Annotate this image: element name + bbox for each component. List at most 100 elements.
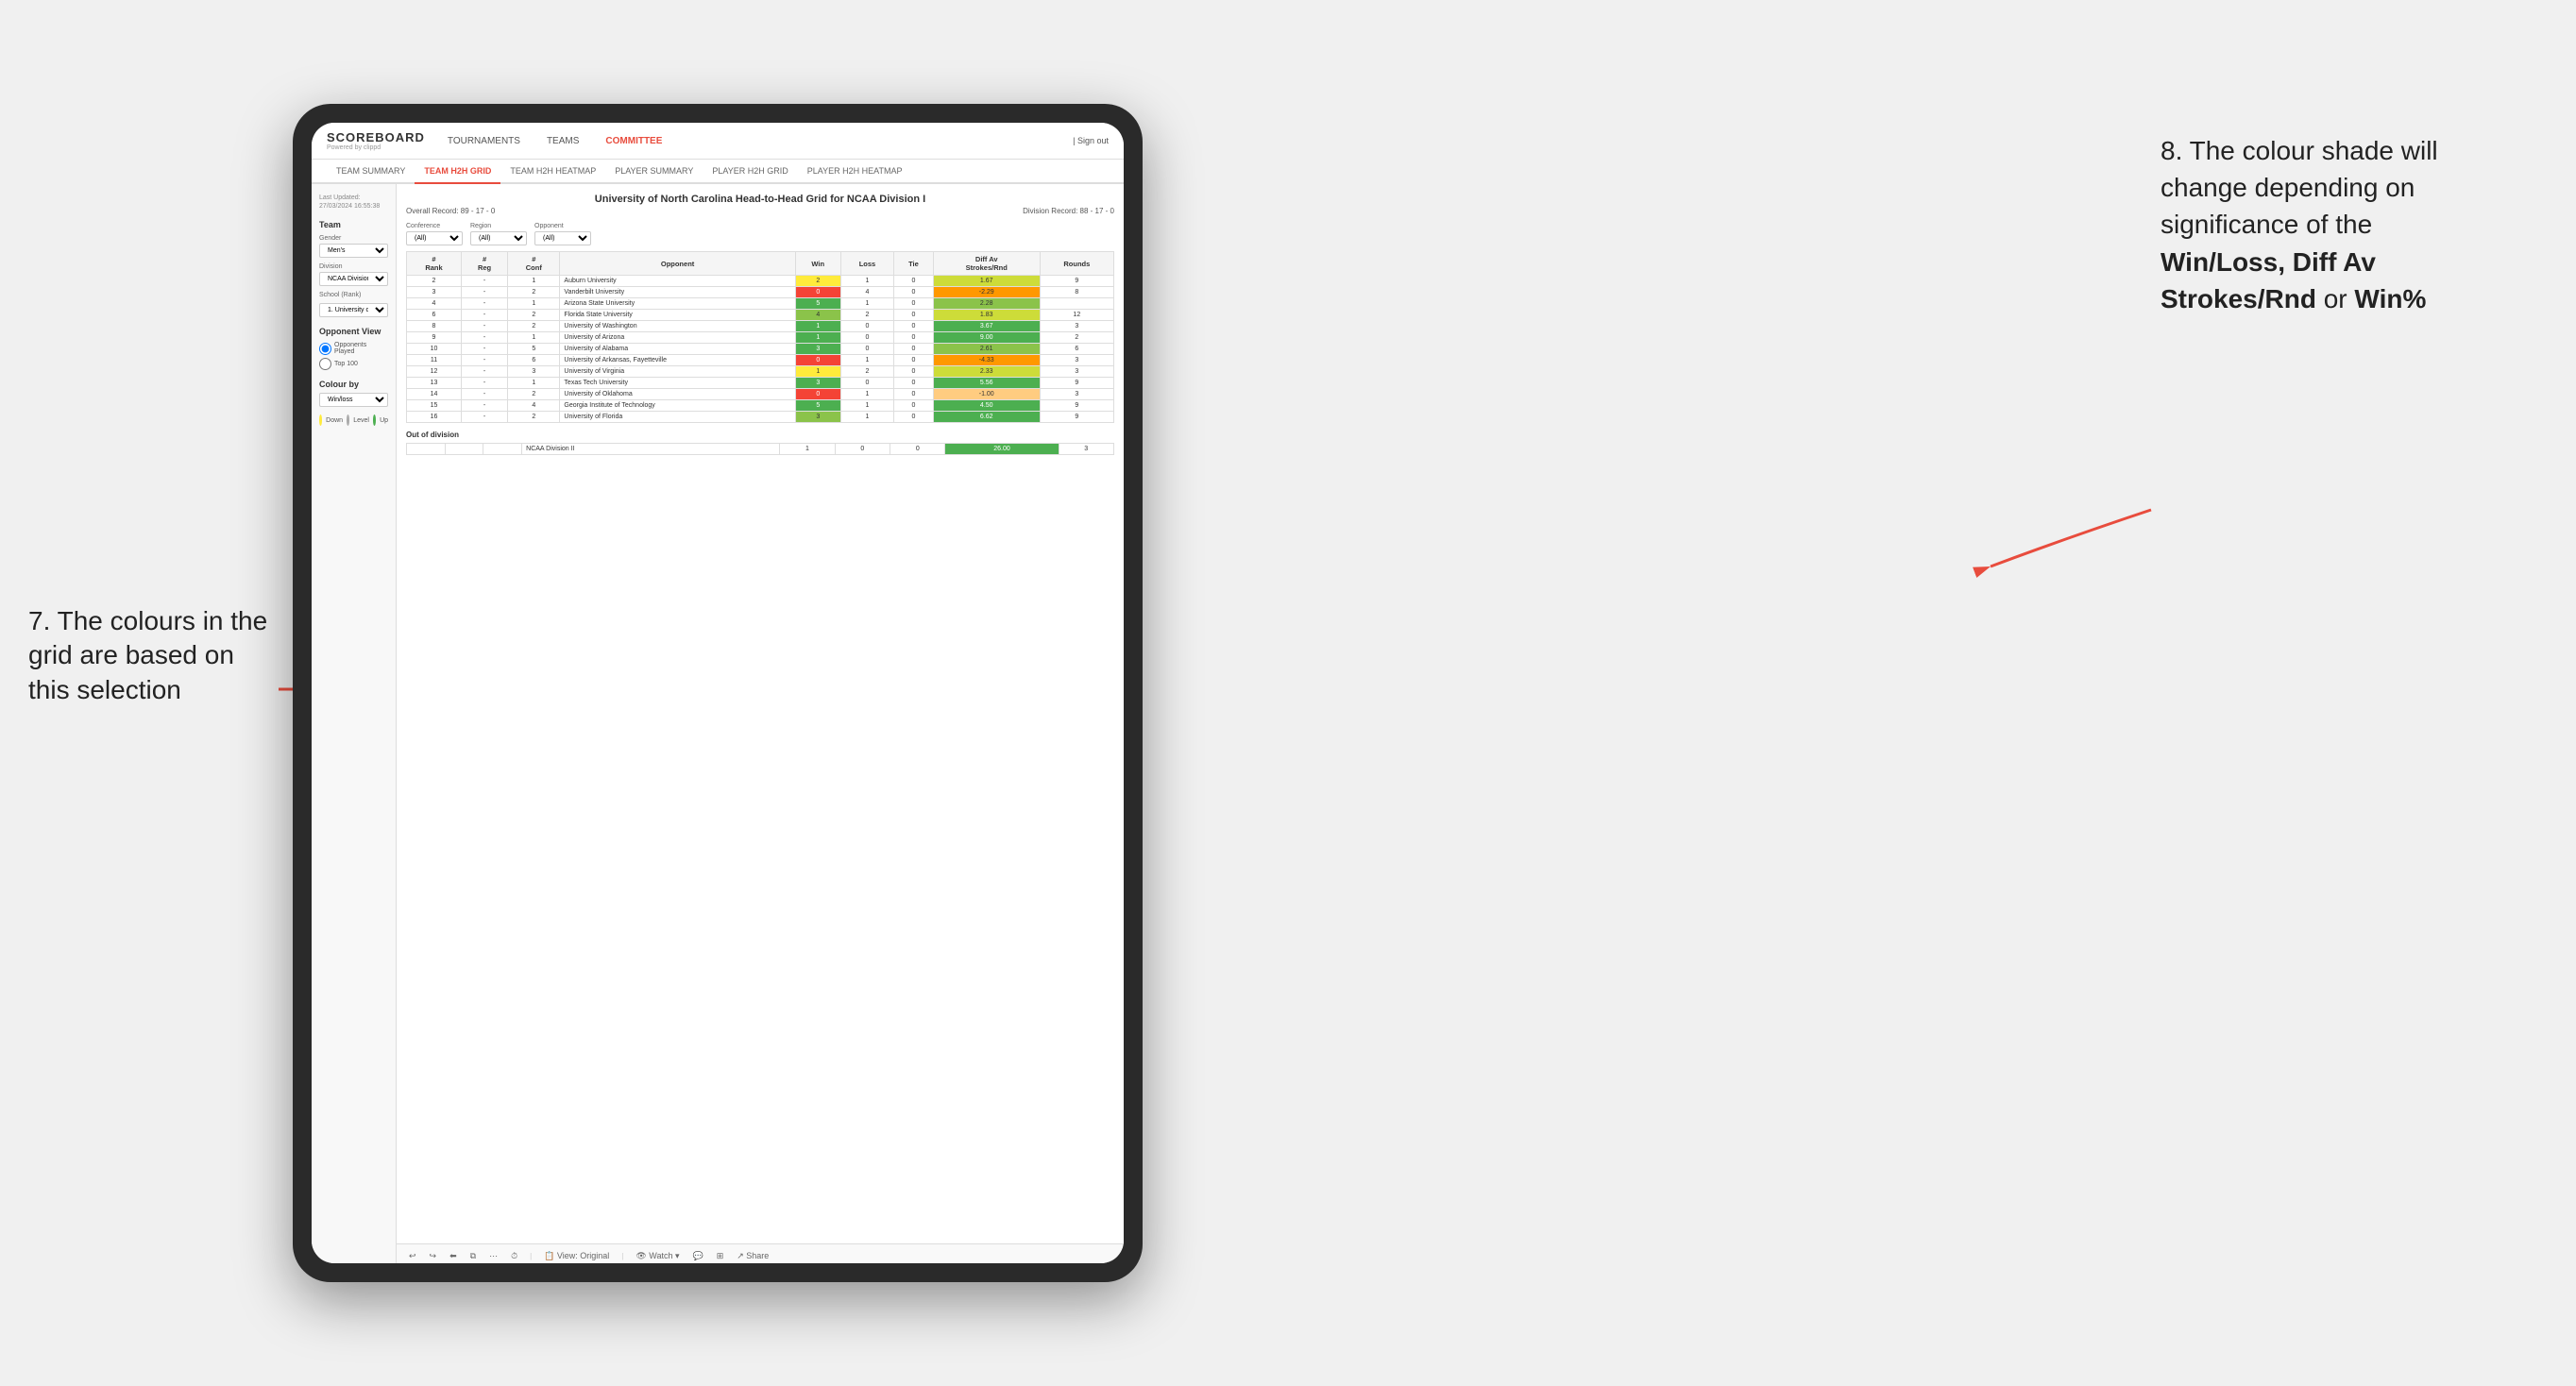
cell-reg: - bbox=[461, 332, 507, 344]
cell-win: 0 bbox=[795, 355, 840, 366]
toolbar-back[interactable]: ⬅ bbox=[447, 1250, 460, 1262]
nav-tournaments[interactable]: TOURNAMENTS bbox=[444, 134, 524, 148]
toolbar-bottom: ↩ ↪ ⬅ ⧉ ⋯ ⏱ | 📋 View: Original | 👁 Watch… bbox=[397, 1243, 1124, 1263]
cell-conf: 1 bbox=[508, 298, 560, 310]
cell-conf: 5 bbox=[508, 344, 560, 355]
opponent-select[interactable]: (All) bbox=[534, 231, 591, 245]
cell-rank: 8 bbox=[407, 321, 462, 332]
cell-win: 5 bbox=[795, 298, 840, 310]
cell-diff: 2.28 bbox=[933, 298, 1040, 310]
radio-opponents-played[interactable]: Opponents Played bbox=[319, 342, 388, 355]
sub-nav-player-h2h-grid[interactable]: PLAYER H2H GRID bbox=[703, 160, 797, 184]
cell-loss: 0 bbox=[840, 332, 893, 344]
cell-diff: 2.33 bbox=[933, 366, 1040, 378]
colour-by-select[interactable]: Win/loss bbox=[319, 393, 388, 407]
nav-teams[interactable]: TEAMS bbox=[543, 134, 583, 148]
sign-out-link[interactable]: | Sign out bbox=[1073, 136, 1109, 145]
table-row: 13 - 1 Texas Tech University 3 0 0 5.56 … bbox=[407, 378, 1114, 389]
right-panel-wrapper: University of North Carolina Head-to-Hea… bbox=[397, 184, 1124, 1263]
cell-diff: -2.29 bbox=[933, 287, 1040, 298]
cell-loss: 1 bbox=[840, 298, 893, 310]
logo-area: SCOREBOARD Powered by clippd bbox=[327, 130, 425, 151]
nav-items: TOURNAMENTS TEAMS COMMITTEE bbox=[444, 134, 1054, 148]
region-filter: Region (All) bbox=[470, 223, 527, 245]
cell-diff: -4.33 bbox=[933, 355, 1040, 366]
cell-reg: - bbox=[461, 298, 507, 310]
legend-dot-up bbox=[373, 414, 376, 426]
cell-conf: 1 bbox=[508, 276, 560, 287]
toolbar-grid[interactable]: ⊞ bbox=[714, 1250, 727, 1262]
toolbar-share[interactable]: ↗ Share bbox=[734, 1250, 771, 1262]
radio-top100[interactable]: Top 100 bbox=[319, 358, 388, 370]
toolbar-copy[interactable]: ⧉ bbox=[467, 1250, 479, 1262]
sub-nav-player-h2h-heatmap[interactable]: PLAYER H2H HEATMAP bbox=[798, 160, 912, 184]
col-loss: Loss bbox=[840, 252, 893, 276]
out-of-division-table: NCAA Division II 1 0 0 26.00 3 bbox=[406, 443, 1114, 455]
division-select[interactable]: NCAA Division I bbox=[319, 272, 388, 286]
ood-rank bbox=[407, 444, 446, 455]
cell-loss: 1 bbox=[840, 355, 893, 366]
col-rounds: Rounds bbox=[1040, 252, 1113, 276]
cell-opponent: Georgia Institute of Technology bbox=[560, 400, 795, 412]
cell-rounds: 3 bbox=[1040, 355, 1113, 366]
cell-diff: 5.56 bbox=[933, 378, 1040, 389]
nav-committee[interactable]: COMMITTEE bbox=[602, 134, 666, 148]
overall-record: Overall Record: 89 - 17 - 0 bbox=[406, 207, 495, 215]
toolbar-clock[interactable]: ⏱ bbox=[508, 1250, 520, 1262]
cell-conf: 2 bbox=[508, 389, 560, 400]
toolbar-redo[interactable]: ↪ bbox=[427, 1250, 440, 1262]
cell-tie: 0 bbox=[894, 389, 934, 400]
cell-opponent: University of Virginia bbox=[560, 366, 795, 378]
legend-dot-level bbox=[347, 414, 349, 426]
sub-nav-player-summary[interactable]: PLAYER SUMMARY bbox=[605, 160, 703, 184]
conference-select[interactable]: (All) bbox=[406, 231, 463, 245]
toolbar-watch[interactable]: 👁 Watch ▾ bbox=[633, 1250, 682, 1262]
annotation-bold3: Win% bbox=[2354, 284, 2426, 313]
opponent-view-title: Opponent View bbox=[319, 327, 388, 336]
cell-rounds: 9 bbox=[1040, 400, 1113, 412]
col-opponent: Opponent bbox=[560, 252, 795, 276]
legend: Down Level Up bbox=[319, 414, 388, 426]
region-label: Region bbox=[470, 223, 527, 229]
toolbar-comment[interactable]: 💬 bbox=[689, 1250, 705, 1262]
radio-group: Opponents Played Top 100 bbox=[319, 342, 388, 370]
sub-nav-team-h2h-heatmap[interactable]: TEAM H2H HEATMAP bbox=[500, 160, 605, 184]
cell-conf: 3 bbox=[508, 366, 560, 378]
cell-rank: 16 bbox=[407, 412, 462, 423]
legend-label-down: Down bbox=[326, 417, 343, 424]
toolbar-view[interactable]: 📋 View: Original bbox=[541, 1250, 612, 1262]
app-header: SCOREBOARD Powered by clippd TOURNAMENTS… bbox=[312, 123, 1124, 160]
ood-row: NCAA Division II 1 0 0 26.00 3 bbox=[407, 444, 1114, 455]
table-row: 4 - 1 Arizona State University 5 1 0 2.2… bbox=[407, 298, 1114, 310]
school-select[interactable]: 1. University of Nort... bbox=[319, 303, 388, 317]
cell-rounds: 6 bbox=[1040, 344, 1113, 355]
ood-diff: 26.00 bbox=[945, 444, 1059, 455]
sub-nav-team-summary[interactable]: TEAM SUMMARY bbox=[327, 160, 415, 184]
cell-reg: - bbox=[461, 412, 507, 423]
cell-win: 1 bbox=[795, 366, 840, 378]
cell-loss: 2 bbox=[840, 366, 893, 378]
legend-label-level: Level bbox=[353, 417, 369, 424]
toolbar-undo[interactable]: ↩ bbox=[406, 1250, 419, 1262]
cell-rounds: 9 bbox=[1040, 412, 1113, 423]
cell-opponent: University of Florida bbox=[560, 412, 795, 423]
cell-tie: 0 bbox=[894, 355, 934, 366]
gender-select[interactable]: Men's bbox=[319, 244, 388, 258]
cell-win: 4 bbox=[795, 310, 840, 321]
table-row: 11 - 6 University of Arkansas, Fayettevi… bbox=[407, 355, 1114, 366]
cell-win: 0 bbox=[795, 389, 840, 400]
cell-opponent: University of Arizona bbox=[560, 332, 795, 344]
cell-tie: 0 bbox=[894, 276, 934, 287]
region-select[interactable]: (All) bbox=[470, 231, 527, 245]
left-panel: Last Updated: 27/03/2024 16:55:38 Team G… bbox=[312, 184, 397, 1263]
cell-rounds: 12 bbox=[1040, 310, 1113, 321]
toolbar-dots[interactable]: ⋯ bbox=[486, 1250, 500, 1262]
cell-rank: 6 bbox=[407, 310, 462, 321]
cell-reg: - bbox=[461, 389, 507, 400]
right-panel: University of North Carolina Head-to-Hea… bbox=[397, 184, 1124, 1243]
sub-nav-team-h2h-grid[interactable]: TEAM H2H GRID bbox=[415, 160, 500, 184]
grid-title: University of North Carolina Head-to-Hea… bbox=[406, 194, 1114, 205]
cell-diff: 1.67 bbox=[933, 276, 1040, 287]
col-tie: Tie bbox=[894, 252, 934, 276]
cell-rank: 13 bbox=[407, 378, 462, 389]
